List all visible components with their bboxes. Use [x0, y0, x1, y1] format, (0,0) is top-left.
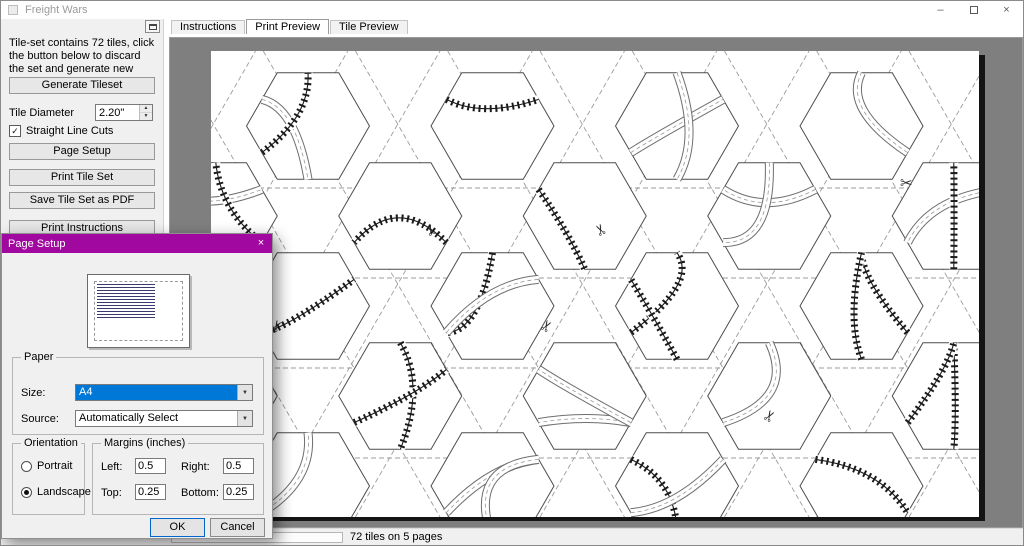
- save-tile-set-pdf-button[interactable]: Save Tile Set as PDF: [9, 192, 155, 209]
- margins-group-label: Margins (inches): [101, 437, 188, 449]
- tile-diameter-input[interactable]: [96, 105, 139, 120]
- size-label: Size:: [21, 387, 45, 399]
- portrait-radio[interactable]: [21, 461, 32, 472]
- tab-print-preview[interactable]: Print Preview: [246, 19, 329, 34]
- spinner-up-icon[interactable]: ▲: [140, 105, 152, 113]
- app-window: Freight Wars – × Tile-set contains 72 ti…: [0, 0, 1024, 546]
- print-tile-set-button[interactable]: Print Tile Set: [9, 169, 155, 186]
- chevron-down-icon[interactable]: ▼: [237, 385, 252, 400]
- maximize-icon: [970, 6, 978, 14]
- landscape-radio[interactable]: [21, 487, 32, 498]
- tile-diameter-spinner: ▲ ▼: [139, 105, 152, 120]
- scissors-icon: ✂: [900, 175, 913, 192]
- window-title: Freight Wars: [25, 4, 88, 16]
- cancel-button[interactable]: Cancel: [210, 518, 265, 537]
- paper-size-value: A4: [76, 385, 237, 400]
- straight-line-cuts-row[interactable]: ✓ Straight Line Cuts: [9, 125, 113, 137]
- app-icon: [8, 5, 18, 15]
- ok-button[interactable]: OK: [150, 518, 205, 537]
- page-setup-dialog: Page Setup × Paper Size: A4 ▼ Source: Au…: [1, 233, 273, 539]
- orientation-group: Orientation Portrait Landscape: [12, 443, 85, 515]
- window-controls: – ×: [924, 1, 1023, 19]
- close-button[interactable]: ×: [990, 1, 1023, 19]
- paper-group: Paper Size: A4 ▼ Source: Automatically S…: [12, 357, 264, 435]
- tab-instructions[interactable]: Instructions: [171, 20, 245, 34]
- margin-top-label: Top:: [101, 487, 122, 499]
- tab-tile-preview[interactable]: Tile Preview: [330, 20, 408, 34]
- margins-group: Margins (inches) Left: Right: Top: Botto…: [92, 443, 264, 515]
- tile-diameter-spinbox: ▲ ▼: [95, 104, 153, 121]
- straight-line-cuts-checkbox[interactable]: ✓: [9, 125, 21, 137]
- margin-bottom-label: Bottom:: [181, 487, 219, 499]
- portrait-label: Portrait: [37, 460, 72, 472]
- tab-strip: Instructions Print Preview Tile Preview: [164, 19, 1023, 34]
- pin-icon: [149, 24, 157, 30]
- dialog-titlebar[interactable]: Page Setup ×: [2, 234, 272, 253]
- straight-line-cuts-label: Straight Line Cuts: [26, 125, 113, 137]
- landscape-label: Landscape: [37, 486, 91, 498]
- panel-pin-button[interactable]: [145, 20, 160, 33]
- dialog-title: Page Setup: [8, 238, 66, 250]
- paper-size-combo[interactable]: A4 ▼: [75, 384, 253, 401]
- source-label: Source:: [21, 413, 59, 425]
- preview-page: ✂✂✂✂✂✂: [211, 51, 979, 517]
- window-titlebar: Freight Wars – ×: [1, 1, 1023, 19]
- paper-source-value: Automatically Select: [76, 411, 237, 426]
- landscape-radio-row[interactable]: Landscape: [21, 486, 91, 498]
- dialog-close-button[interactable]: ×: [253, 236, 269, 251]
- portrait-radio-row[interactable]: Portrait: [21, 460, 72, 472]
- generate-tileset-button[interactable]: Generate Tileset: [9, 77, 155, 94]
- thumbnail-text-lines: [97, 284, 155, 318]
- orientation-group-label: Orientation: [21, 437, 81, 449]
- margin-left-input[interactable]: [135, 458, 166, 474]
- maximize-button[interactable]: [957, 1, 990, 19]
- margin-left-label: Left:: [101, 461, 122, 473]
- minimize-button[interactable]: –: [924, 1, 957, 19]
- spinner-down-icon[interactable]: ▼: [140, 113, 152, 120]
- margin-top-input[interactable]: [135, 484, 166, 500]
- tile-page-svg: ✂✂✂✂✂✂: [211, 51, 979, 517]
- page-preview-thumbnail: [87, 274, 190, 348]
- margin-right-input[interactable]: [223, 458, 254, 474]
- tile-diameter-label: Tile Diameter: [9, 107, 74, 119]
- status-text: 72 tiles on 5 pages: [350, 531, 442, 543]
- chevron-down-icon[interactable]: ▼: [237, 411, 252, 426]
- margin-bottom-input[interactable]: [223, 484, 254, 500]
- paper-group-label: Paper: [21, 351, 56, 363]
- print-preview-pane: ✂✂✂✂✂✂: [164, 34, 1023, 528]
- preview-canvas[interactable]: ✂✂✂✂✂✂: [169, 37, 1023, 528]
- margin-right-label: Right:: [181, 461, 210, 473]
- paper-source-combo[interactable]: Automatically Select ▼: [75, 410, 253, 427]
- page-setup-button[interactable]: Page Setup: [9, 143, 155, 160]
